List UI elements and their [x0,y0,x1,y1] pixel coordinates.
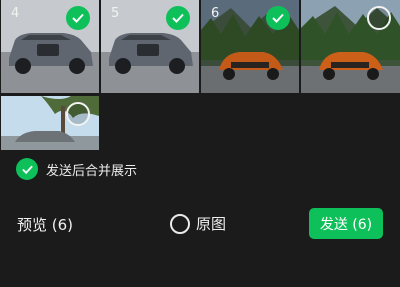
thumbnail[interactable]: 6 [201,0,299,93]
original-image-label: 原图 [196,215,227,233]
selected-check-icon[interactable] [66,6,90,30]
select-circle-icon[interactable] [367,6,391,30]
selected-check-icon[interactable] [166,6,190,30]
thumbnail-index: 5 [111,6,120,21]
send-button[interactable]: 发送 (6) [309,208,383,239]
bottom-toolbar: 预览 (6) 原图 发送 (6) [0,196,400,252]
photo-grid: 4 5 6 [0,0,400,150]
thumbnail[interactable]: 4 [1,0,99,93]
select-circle-icon[interactable] [66,102,90,126]
thumbnail[interactable]: 5 [101,0,199,93]
thumbnail-index: 6 [211,6,220,21]
merge-display-option[interactable]: 发送后合并展示 [16,158,137,180]
thumbnail[interactable] [1,96,99,150]
thumbnail[interactable] [301,0,400,93]
thumbnail-index: 4 [11,6,20,21]
preview-button[interactable]: 预览 (6) [17,214,73,235]
merge-display-label: 发送后合并展示 [46,163,138,179]
original-image-toggle[interactable]: 原图 [170,213,226,234]
radio-circle-icon[interactable] [170,213,190,234]
check-icon[interactable] [16,158,38,180]
selected-check-icon[interactable] [266,6,290,30]
